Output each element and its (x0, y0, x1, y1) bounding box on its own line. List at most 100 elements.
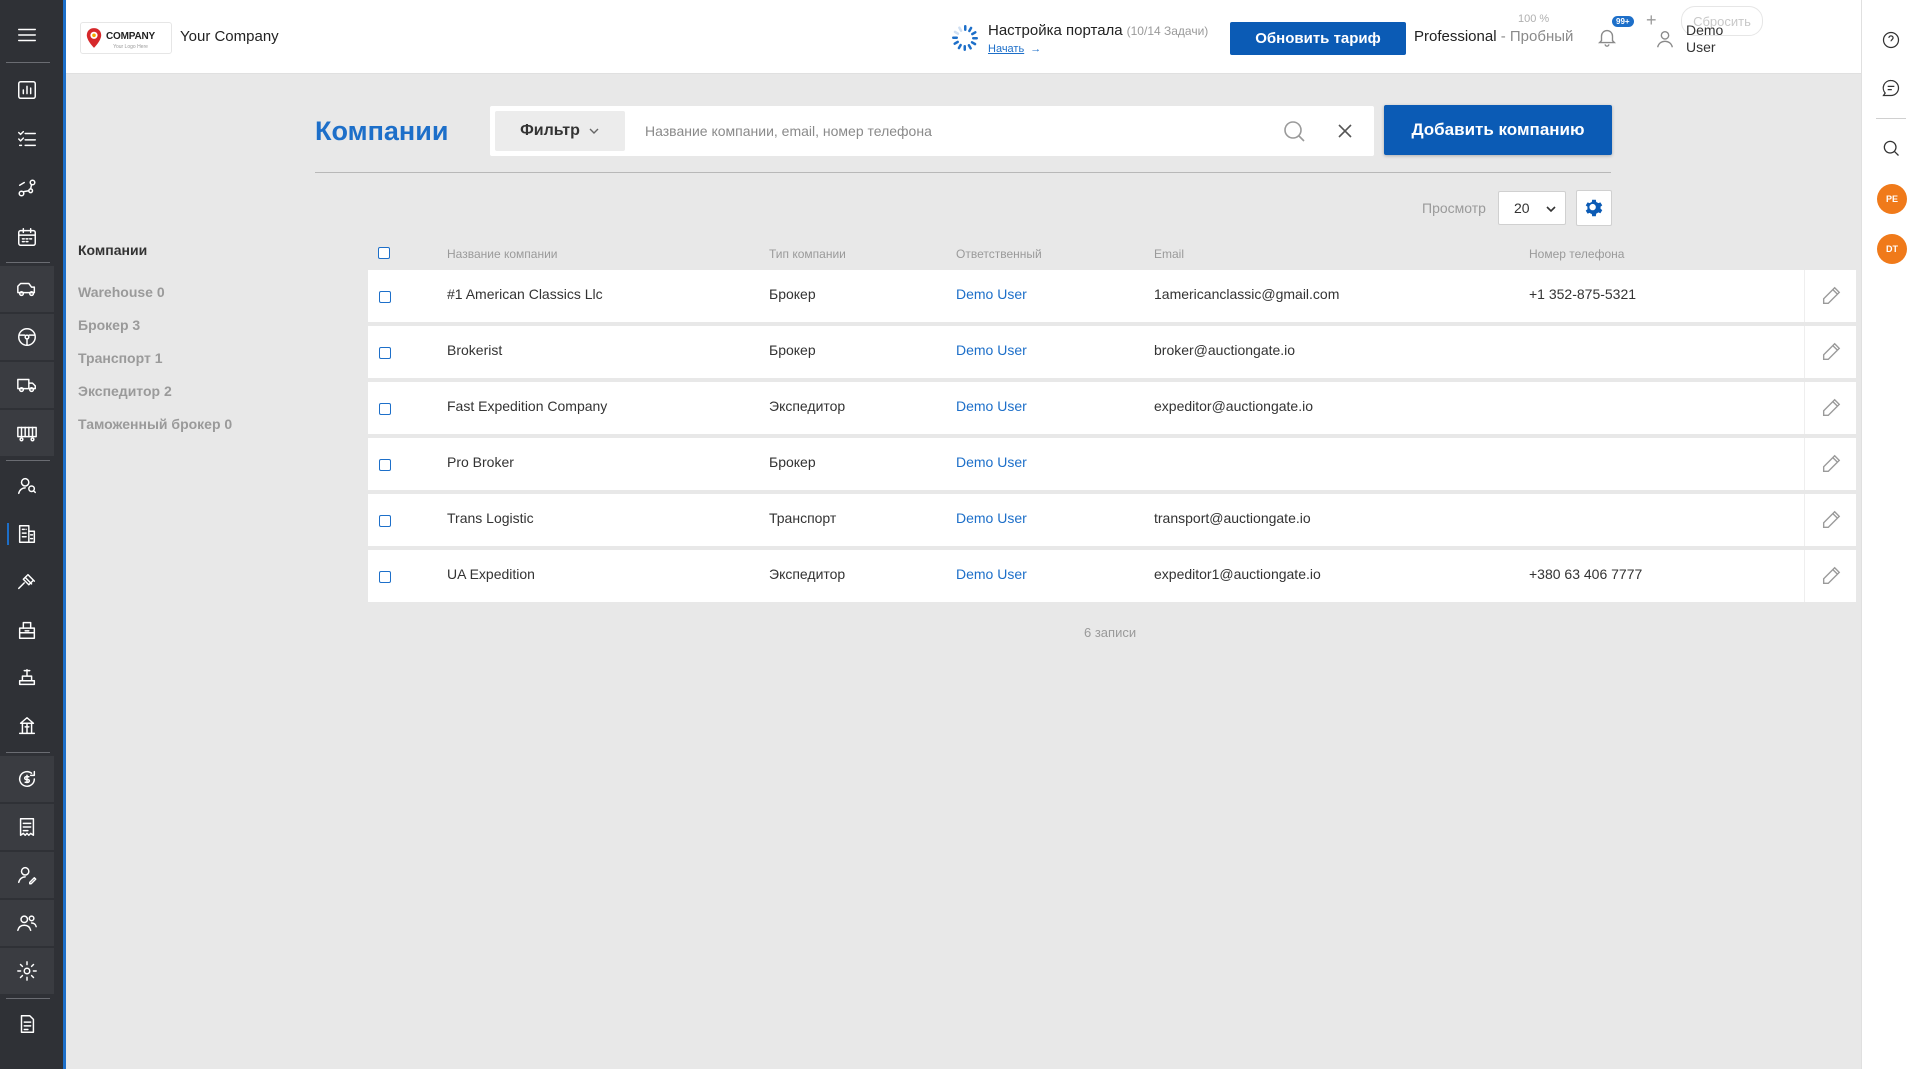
nav-trucks[interactable] (0, 362, 54, 408)
setup-title: Настройка портала (988, 21, 1123, 39)
select-all-checkbox[interactable] (378, 247, 390, 259)
page-size-label: Просмотр (1422, 200, 1486, 216)
nav-calendar[interactable] (0, 214, 54, 260)
search-input[interactable] (645, 118, 1245, 144)
column-header-email[interactable]: Email (1154, 247, 1184, 261)
nav-teams[interactable] (0, 900, 54, 946)
nav-port[interactable] (0, 703, 54, 749)
table-row[interactable]: Brokerist Брокер Demo User broker@auctio… (368, 326, 1856, 378)
close-icon (1338, 124, 1352, 138)
column-header-name[interactable]: Название компании (447, 247, 557, 261)
edit-button[interactable] (1804, 438, 1856, 490)
owner-link[interactable]: Demo User (956, 342, 1027, 358)
chat-button[interactable] (1879, 76, 1903, 100)
nav-vehicles[interactable] (0, 266, 54, 312)
nav-documents[interactable] (0, 1001, 54, 1047)
user-search-icon (18, 477, 36, 495)
global-search-button[interactable] (1879, 136, 1903, 160)
edit-button[interactable] (1804, 550, 1856, 602)
row-checkbox[interactable] (379, 515, 391, 527)
row-checkbox[interactable] (379, 347, 391, 359)
setup-start-link[interactable]: Начать → (988, 43, 1208, 55)
notifications-button[interactable] (1596, 26, 1620, 50)
category-expeditor[interactable]: Экспедитор 2 (78, 381, 232, 414)
task-list-icon (18, 130, 36, 147)
chat-icon (1882, 79, 1900, 97)
company-name-cell[interactable]: Brokerist (447, 342, 502, 358)
nav-dashboard[interactable] (0, 67, 54, 113)
owner-link[interactable]: Demo User (956, 286, 1027, 302)
bell-icon (1598, 29, 1616, 47)
company-name-cell[interactable]: Pro Broker (447, 454, 514, 470)
nav-warehouse[interactable] (0, 607, 54, 653)
table-row[interactable]: Pro Broker Брокер Demo User (368, 438, 1856, 490)
user-menu-button[interactable] (1654, 28, 1676, 50)
row-checkbox[interactable] (379, 459, 391, 471)
email-cell: expeditor1@auctiongate.io (1154, 566, 1321, 582)
nav-settings[interactable] (0, 948, 54, 994)
category-customs-broker[interactable]: Таможенный брокер 0 (78, 414, 232, 447)
column-header-type[interactable]: Тип компании (769, 247, 846, 261)
row-checkbox[interactable] (379, 291, 391, 303)
add-company-button[interactable]: Добавить компанию (1384, 105, 1612, 155)
table-row[interactable]: UA Expedition Экспедитор Demo User exped… (368, 550, 1856, 602)
chevron-down-icon (589, 128, 599, 134)
company-name-cell[interactable]: Fast Expedition Company (447, 398, 607, 414)
page-size-select[interactable]: 20 (1498, 191, 1566, 225)
avatar[interactable]: PE (1877, 184, 1907, 214)
right-rail: PE DT (1861, 0, 1919, 1069)
flow-icon (18, 179, 36, 197)
phone-cell: +380 63 406 7777 (1529, 566, 1643, 582)
nav-invoices[interactable] (0, 804, 54, 850)
row-checkbox[interactable] (379, 571, 391, 583)
category-broker[interactable]: Брокер 3 (78, 315, 232, 348)
owner-link[interactable]: Demo User (956, 398, 1027, 414)
edit-button[interactable] (1804, 494, 1856, 546)
row-checkbox[interactable] (379, 403, 391, 415)
nav-companies[interactable] (0, 511, 54, 557)
nav-pipeline[interactable] (0, 165, 54, 211)
owner-link[interactable]: Demo User (956, 510, 1027, 526)
edit-button[interactable] (1804, 382, 1856, 434)
nav-auctions[interactable] (0, 559, 54, 605)
stamp-icon (18, 669, 36, 686)
help-button[interactable] (1879, 28, 1903, 52)
clear-search-button[interactable] (1335, 121, 1355, 141)
user-icon (1656, 30, 1674, 48)
company-type-cell: Транспорт (769, 510, 837, 526)
company-logo[interactable]: COMPANY Your Logo Here (80, 22, 172, 54)
nav-containers[interactable] (0, 410, 54, 456)
nav-users[interactable] (0, 852, 54, 898)
column-settings-button[interactable] (1576, 190, 1612, 226)
table-row[interactable]: Trans Logistic Транспорт Demo User trans… (368, 494, 1856, 546)
category-transport[interactable]: Транспорт 1 (78, 348, 232, 381)
company-type-cell: Экспедитор (769, 398, 846, 414)
page-title: Компании (315, 116, 449, 146)
company-name-cell[interactable]: Trans Logistic (447, 510, 534, 526)
filter-dropdown[interactable]: Фильтр (495, 111, 625, 151)
column-header-phone[interactable]: Номер телефона (1529, 247, 1624, 261)
nav-tasks[interactable] (0, 116, 54, 162)
user-name[interactable]: Demo User (1686, 22, 1746, 56)
search-submit-button[interactable] (1282, 119, 1306, 143)
table-row[interactable]: #1 American Classics Llc Брокер Demo Use… (368, 270, 1856, 322)
company-name-cell[interactable]: #1 American Classics Llc (447, 286, 603, 302)
owner-link[interactable]: Demo User (956, 566, 1027, 582)
portal-setup-widget[interactable]: Настройка портала (10/14 Задачи) Начать → (950, 20, 1208, 56)
menu-toggle-button[interactable] (0, 12, 54, 58)
search-icon (1284, 121, 1305, 142)
company-name-cell[interactable]: UA Expedition (447, 566, 535, 582)
nav-customs[interactable] (0, 655, 54, 701)
nav-drivers[interactable] (0, 314, 54, 360)
edit-button[interactable] (1804, 270, 1856, 322)
avatar[interactable]: DT (1877, 234, 1907, 264)
category-warehouse[interactable]: Warehouse 0 (78, 282, 232, 315)
edit-button[interactable] (1804, 326, 1856, 378)
nav-contacts[interactable] (0, 463, 54, 509)
owner-link[interactable]: Demo User (956, 454, 1027, 470)
table-row[interactable]: Fast Expedition Company Экспедитор Demo … (368, 382, 1856, 434)
column-header-owner[interactable]: Ответственный (956, 247, 1042, 261)
email-cell: 1americanclassic@gmail.com (1154, 286, 1340, 302)
upgrade-plan-button[interactable]: Обновить тариф (1230, 22, 1406, 55)
nav-finance[interactable] (0, 756, 54, 802)
